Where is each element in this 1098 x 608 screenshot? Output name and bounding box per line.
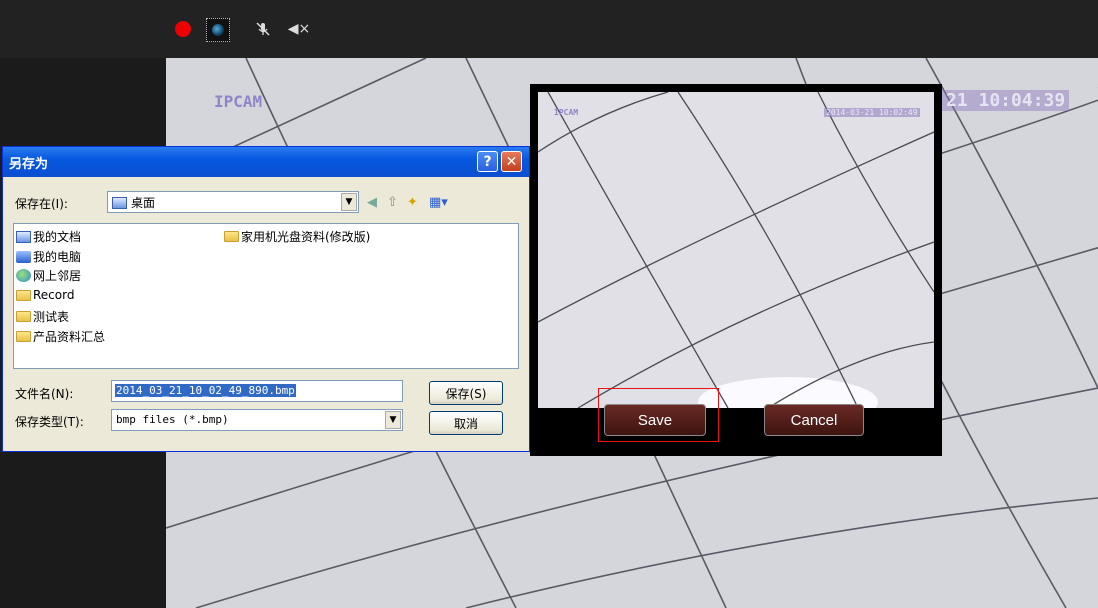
mic-muted-icon — [256, 22, 270, 36]
speaker-muted-icon: ◀× — [287, 21, 311, 37]
list-item-label: 家用机光盘资料(修改版) — [241, 230, 371, 244]
dialog-cancel-button[interactable]: 取消 — [429, 411, 503, 435]
document-folder-icon — [16, 230, 31, 243]
close-button[interactable]: ✕ — [501, 151, 522, 172]
list-item-label: 测试表 — [33, 310, 70, 324]
video-osd-camera-name: IPCAM — [214, 92, 263, 111]
list-item[interactable]: 产品资料汇总 — [16, 328, 105, 345]
new-folder-icon[interactable]: ✦ — [407, 195, 418, 210]
cancel-button[interactable]: Cancel — [764, 404, 864, 436]
filename-value: 2014_03_21_10_02_49_890.bmp — [115, 384, 296, 397]
help-button[interactable]: ? — [477, 151, 498, 172]
filetype-dropdown[interactable]: bmp files (*.bmp) ▼ — [111, 409, 403, 431]
list-item-label: 产品资料汇总 — [33, 330, 106, 344]
list-item[interactable]: Record — [16, 288, 74, 302]
snapshot-preview-panel: IPCAM 2014-03-21 10:02:49 Save Cancel — [530, 84, 942, 456]
folder-icon — [16, 311, 31, 322]
folder-icon — [224, 231, 239, 242]
filename-input[interactable]: 2014_03_21_10_02_49_890.bmp — [111, 380, 403, 402]
list-item[interactable]: 我的电脑 — [16, 248, 81, 265]
save-button[interactable]: Save — [604, 404, 706, 436]
file-list[interactable]: 我的文档 我的电脑 网上邻居 Record 测试表 产品资料汇总 家用机光盘资料… — [13, 223, 519, 369]
list-item[interactable]: 家用机光盘资料(修改版) — [224, 228, 370, 245]
save-in-dropdown[interactable]: 桌面 ▼ — [107, 191, 359, 213]
preview-osd-timestamp: 2014-03-21 10:02:49 — [824, 108, 920, 117]
list-item[interactable]: 我的文档 — [16, 228, 81, 245]
folder-icon — [16, 289, 31, 301]
preview-osd-camera-name: IPCAM — [554, 108, 579, 117]
close-icon: ✕ — [505, 153, 518, 170]
save-as-dialog: 另存为 ? ✕ 保存在(I): 桌面 ▼ ◀ ⇧ ✦ ▦▾ 我的文档 我的电脑 … — [2, 146, 530, 452]
video-osd-timestamp: 21 10:04:39 — [942, 90, 1070, 111]
list-item-label: Record — [33, 288, 75, 302]
list-item-label: 网上邻居 — [33, 269, 82, 283]
filename-label: 文件名(N): — [15, 387, 74, 401]
network-icon — [16, 269, 31, 282]
dialog-title: 另存为 — [9, 157, 49, 172]
snapshot-grid-image — [538, 92, 934, 408]
back-icon[interactable]: ◀ — [367, 195, 377, 210]
record-icon — [175, 21, 191, 37]
list-item-label: 我的电脑 — [33, 250, 82, 264]
save-in-label: 保存在(I): — [15, 197, 68, 211]
top-toolbar: ◀× — [0, 0, 1098, 58]
desktop-icon — [112, 196, 127, 209]
up-folder-icon[interactable]: ⇧ — [387, 195, 398, 210]
list-item[interactable]: 测试表 — [16, 308, 69, 325]
list-item-label: 我的文档 — [33, 230, 82, 244]
record-button[interactable] — [172, 18, 194, 40]
snapshot-button[interactable] — [206, 18, 230, 42]
dialog-save-button[interactable]: 保存(S) — [429, 381, 503, 405]
view-menu-icon[interactable]: ▦▾ — [429, 195, 448, 210]
list-item[interactable]: 网上邻居 — [16, 267, 81, 284]
save-in-value: 桌面 — [131, 196, 156, 210]
chevron-down-icon: ▼ — [341, 193, 357, 211]
chevron-down-icon: ▼ — [385, 411, 401, 429]
speaker-toggle-button[interactable]: ◀× — [287, 18, 311, 40]
snapshot-camera-icon — [212, 24, 224, 36]
folder-icon — [16, 331, 31, 342]
dialog-titlebar[interactable]: 另存为 ? ✕ — [3, 147, 529, 177]
mic-toggle-button[interactable] — [252, 18, 274, 40]
snapshot-image: IPCAM 2014-03-21 10:02:49 — [538, 92, 934, 408]
computer-icon — [16, 250, 31, 263]
filetype-value: bmp files (*.bmp) — [116, 413, 229, 426]
filetype-label: 保存类型(T): — [15, 415, 84, 429]
help-icon: ? — [483, 153, 492, 170]
